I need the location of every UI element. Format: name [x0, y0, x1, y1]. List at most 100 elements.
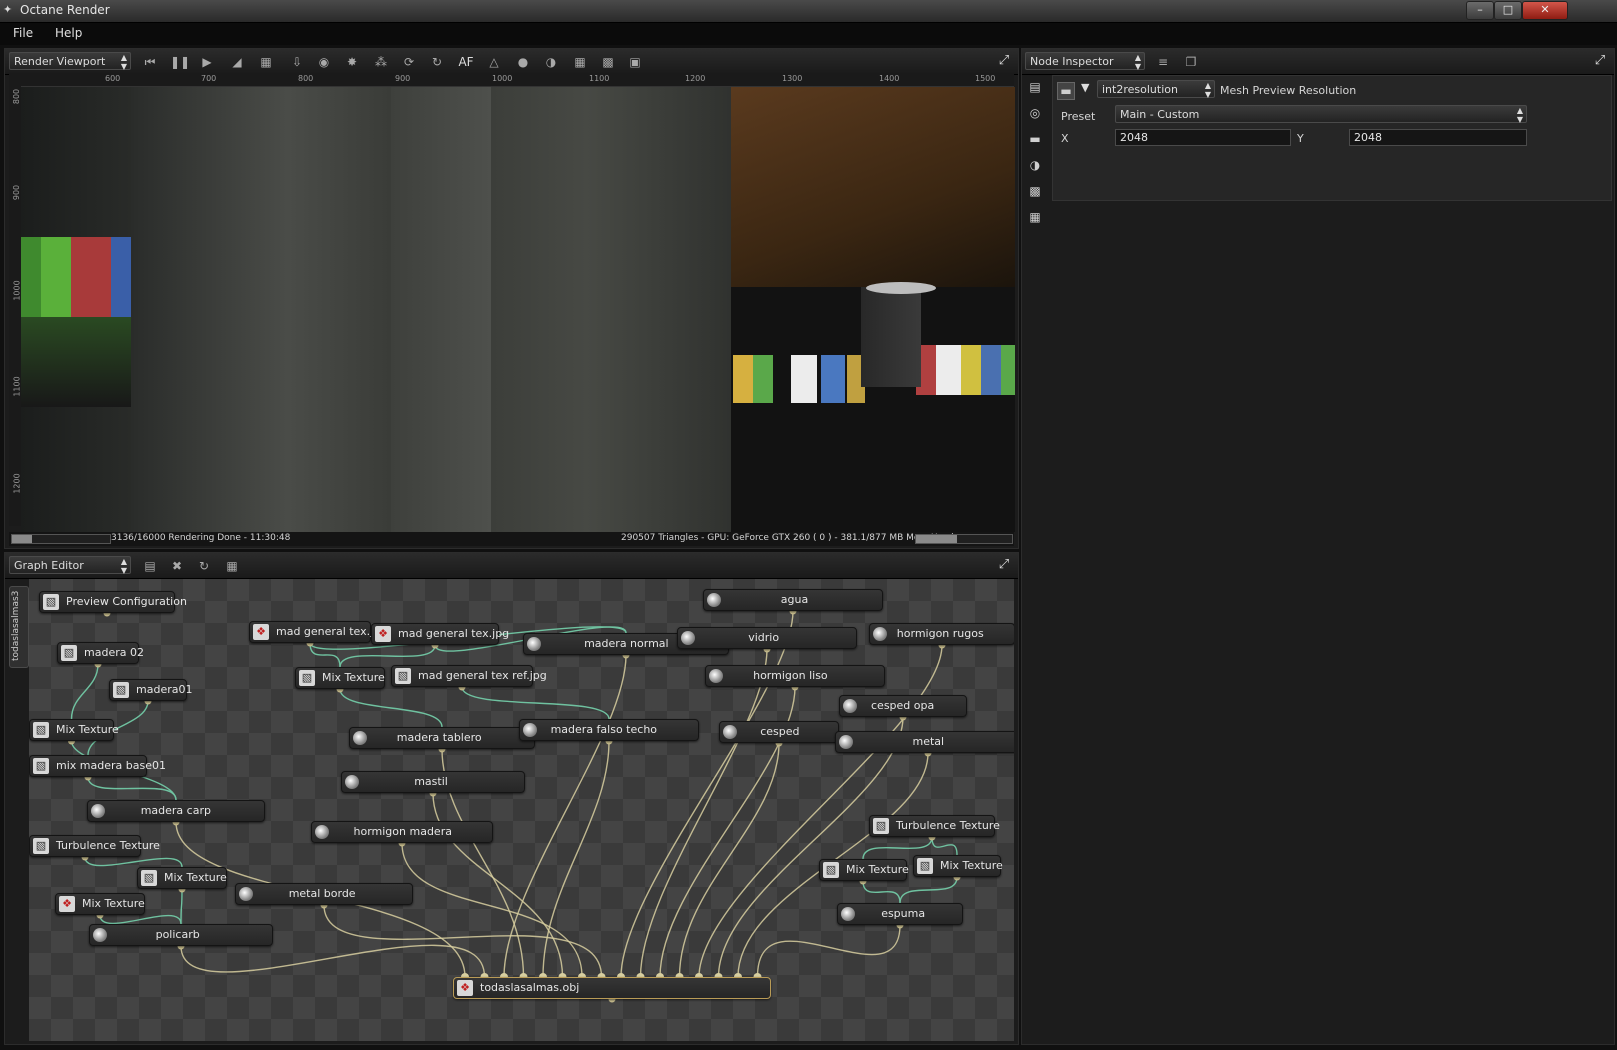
- updown-arrows-icon: ▲ ▼: [120, 557, 127, 575]
- graph-panel-select[interactable]: Graph Editor ▲ ▼: [9, 556, 131, 575]
- close-button[interactable]: ✕: [1522, 1, 1568, 20]
- node-graph-canvas[interactable]: ▧ Preview Configuration ▧ madera 02 ▧ madera0…: [29, 579, 1014, 1041]
- graph-node-label: hormigon rugos: [896, 627, 984, 640]
- ruler-tick: 1200: [685, 74, 706, 83]
- graph-node[interactable]: ▧ madera01: [109, 679, 192, 701]
- x-label: X: [1061, 132, 1069, 145]
- graph-node[interactable]: ❖ todaslasalmas.obj: [453, 977, 771, 999]
- light-icon[interactable]: ✸: [343, 53, 361, 71]
- maximize-button[interactable]: □: [1494, 1, 1522, 20]
- pause-icon[interactable]: ❚❚: [170, 53, 190, 71]
- kernel-icon[interactable]: ▦: [1027, 209, 1043, 225]
- x-resolution-field[interactable]: 2048: [1115, 129, 1291, 146]
- y-resolution-field[interactable]: 2048: [1349, 129, 1527, 146]
- camera-icon[interactable]: △: [485, 53, 503, 71]
- material-picker-icon[interactable]: ◉: [315, 53, 333, 71]
- image-icon[interactable]: ▩: [1027, 183, 1043, 199]
- render-image[interactable]: [21, 87, 1015, 532]
- world-alt-icon[interactable]: ◑: [542, 53, 560, 71]
- render-window-stripe: [111, 237, 131, 317]
- world-icon[interactable]: ●: [514, 53, 532, 71]
- menu-bar: File Help: [0, 23, 1617, 45]
- graph-node[interactable]: ▧ Turbulence Texture: [869, 815, 1000, 837]
- graph-node-label: Turbulence Texture: [896, 819, 1000, 832]
- node-type-select[interactable]: int2resolution ▲ ▼: [1097, 80, 1215, 99]
- autofocus-button[interactable]: AF: [457, 53, 475, 71]
- play-icon[interactable]: ▶: [198, 53, 216, 71]
- graph-node[interactable]: agua: [703, 589, 883, 611]
- graph-node[interactable]: hormigon rugos: [869, 623, 1014, 645]
- graph-node-label: mastil: [414, 775, 448, 788]
- graph-node-label: madera 02: [84, 646, 144, 659]
- graph-node[interactable]: ▧ Mix Texture: [913, 855, 1003, 877]
- inspector-panel-select-label: Node Inspector: [1030, 55, 1114, 68]
- render-target-icon[interactable]: ▤: [1027, 79, 1043, 95]
- graph-wire: [931, 836, 958, 856]
- graph-node[interactable]: hormigon madera: [311, 821, 493, 843]
- graph-node[interactable]: ▧ Turbulence Texture: [29, 835, 160, 857]
- graph-panel-select-label: Graph Editor: [14, 559, 84, 572]
- graph-node[interactable]: ▧ mad general tex ref.jpg: [391, 665, 547, 687]
- graph-node[interactable]: espuma: [837, 903, 963, 925]
- graph-node[interactable]: policarb: [89, 924, 273, 946]
- export-icon[interactable]: ⇩: [288, 53, 306, 71]
- rotate-disabled-icon: ⟳: [403, 55, 415, 69]
- graph-node[interactable]: madera carp: [87, 800, 265, 822]
- delete-node-icon[interactable]: ✖: [168, 557, 186, 575]
- graph-node[interactable]: ▧ Preview Configuration: [39, 591, 187, 613]
- updown-arrows-icon: ▲ ▼: [1516, 106, 1523, 124]
- refresh-graph-icon[interactable]: ↻: [195, 557, 213, 575]
- inspector-panel-select[interactable]: Node Inspector ▲ ▼: [1025, 52, 1145, 71]
- graph-node[interactable]: ▧ Mix Texture: [137, 867, 227, 889]
- graph-node-label: mad general tex.jpg: [398, 627, 510, 640]
- viewport-panel-select[interactable]: Render Viewport ▲ ▼: [9, 52, 131, 71]
- texture-node-icon[interactable]: ▦: [223, 557, 241, 575]
- graph-node[interactable]: cesped opa: [839, 695, 967, 717]
- graph-node[interactable]: metal: [835, 731, 1014, 753]
- memory-usage-bar: [915, 534, 1013, 544]
- material-node-icon: [707, 593, 721, 607]
- graph-node[interactable]: ▧ Mix Texture: [29, 719, 119, 741]
- graph-node[interactable]: vidrio: [677, 627, 857, 649]
- environment-icon[interactable]: ◑: [1027, 157, 1043, 173]
- resolution-icon[interactable]: ▬: [1027, 131, 1043, 147]
- camera-icon[interactable]: ◎: [1027, 105, 1043, 121]
- grid-icon[interactable]: ▦: [571, 53, 589, 71]
- graph-node[interactable]: ❖ Mix Texture: [55, 893, 145, 915]
- alpha-icon[interactable]: ▣: [626, 53, 644, 71]
- maximize-panel-icon[interactable]: ⤢: [1592, 53, 1608, 69]
- menu-help[interactable]: Help: [55, 26, 82, 40]
- graph-node[interactable]: ▧ mix madera base01: [29, 755, 166, 777]
- copy-node-icon[interactable]: ❐: [1182, 53, 1200, 71]
- graph-node[interactable]: mastil: [341, 771, 525, 793]
- collapse-all-icon[interactable]: ≡: [1154, 53, 1172, 71]
- graph-node[interactable]: cesped: [719, 721, 839, 743]
- graph-node[interactable]: madera tablero: [349, 727, 535, 749]
- graph-tab[interactable]: todaslasalmas3: [9, 586, 29, 668]
- graph-wire: [639, 648, 768, 978]
- graph-node[interactable]: ❖ mad general tex.jpg: [249, 621, 387, 643]
- maximize-panel-icon[interactable]: ⤢: [996, 53, 1012, 69]
- node-inspector-panel: Node Inspector ▲ ▼ ≡ ❐ ⤢ ▤ ◎ ▬ ◑ ▩ ▦ ▬ ▼ …: [1021, 48, 1615, 1045]
- graph-node[interactable]: madera falso techo: [519, 719, 699, 741]
- ruler-icon[interactable]: ◢: [228, 53, 246, 71]
- region-select-icon[interactable]: ▦: [257, 53, 275, 71]
- octane-logo-icon: ✦: [3, 3, 13, 16]
- graph-node[interactable]: ❖ mad general tex.jpg: [371, 623, 509, 645]
- render-wall: [131, 87, 391, 532]
- minimize-button[interactable]: –: [1466, 1, 1494, 20]
- graph-node[interactable]: ▧ madera 02: [57, 642, 144, 664]
- restart-render-icon[interactable]: ⏮: [141, 53, 159, 71]
- graph-node[interactable]: hormigon liso: [705, 665, 885, 687]
- graph-node[interactable]: metal borde: [235, 883, 413, 905]
- maximize-panel-icon[interactable]: ⤢: [996, 557, 1012, 573]
- load-graph-icon[interactable]: ▤: [141, 557, 159, 575]
- collapse-triangle-icon[interactable]: ▼: [1081, 81, 1089, 94]
- graph-node[interactable]: ▧ Mix Texture: [295, 667, 385, 689]
- graph-node[interactable]: ▧ Mix Texture: [819, 859, 909, 881]
- preset-select[interactable]: Main - Custom ▲ ▼: [1115, 105, 1527, 124]
- checker-icon[interactable]: ▩: [599, 53, 617, 71]
- texture-node-icon: ▧: [43, 594, 59, 610]
- image-texture-node-icon: ❖: [375, 626, 391, 642]
- menu-file[interactable]: File: [13, 26, 33, 40]
